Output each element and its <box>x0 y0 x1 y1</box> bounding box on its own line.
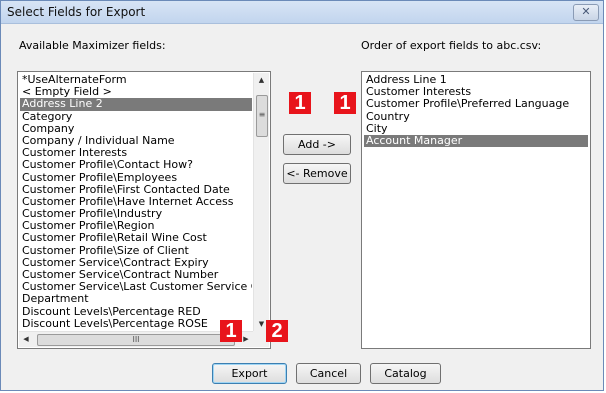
list-item[interactable]: Customer Profile\Have Internet Access <box>20 196 252 208</box>
list-item[interactable]: Customer Profile\First Contacted Date <box>20 184 252 196</box>
list-item[interactable]: Discount Levels\Percentage RED <box>20 306 252 318</box>
available-fields-list[interactable]: *UseAlternateForm < Empty Field > Address … <box>17 71 271 349</box>
list-item[interactable]: Customer Profile\Preferred Language <box>364 98 588 110</box>
list-item[interactable]: Address Line 2 <box>20 98 252 111</box>
available-fields-label: Available Maximizer fields: <box>19 39 166 52</box>
list-item[interactable]: Customer Interests <box>20 147 252 159</box>
list-item[interactable]: Customer Profile\Size of Client <box>20 245 252 257</box>
list-item[interactable]: Customer Profile\Employees <box>20 172 252 184</box>
list-item[interactable]: City <box>364 123 588 135</box>
export-button[interactable]: Export <box>212 363 287 384</box>
export-order-items: Address Line 1 Customer Interests Customer… <box>364 74 588 148</box>
catalog-button[interactable]: Catalog <box>370 363 441 384</box>
list-item[interactable]: < Empty Field > <box>20 86 252 98</box>
title-bar: Select Fields for Export ✕ <box>1 1 603 24</box>
scroll-left-arrow-icon[interactable]: ◀ <box>19 332 33 347</box>
add-button[interactable]: Add -> <box>283 134 351 155</box>
vertical-scroll-thumb[interactable]: ≡ <box>256 95 268 137</box>
list-item[interactable]: Category <box>20 111 252 123</box>
list-item[interactable]: Customer Profile\Industry <box>20 208 252 220</box>
callout-badge-add-2: 1 <box>334 92 356 114</box>
list-item[interactable]: Company <box>20 123 252 135</box>
dialog-title: Select Fields for Export <box>7 5 146 19</box>
export-dialog: Select Fields for Export ✕ Available Max… <box>0 0 604 391</box>
scroll-up-arrow-icon[interactable]: ▲ <box>254 73 269 87</box>
close-icon: ✕ <box>581 5 591 18</box>
cancel-button[interactable]: Cancel <box>296 363 361 384</box>
list-item[interactable]: *UseAlternateForm <box>20 74 252 86</box>
close-button[interactable]: ✕ <box>573 4 599 21</box>
list-item[interactable]: Address Line 1 <box>364 74 588 86</box>
list-item[interactable]: Customer Interests <box>364 86 588 98</box>
list-item[interactable]: Customer Profile\Region <box>20 220 252 232</box>
list-item[interactable]: Customer Profile\Contact How? <box>20 159 252 171</box>
callout-badge-export-2: 2 <box>266 320 288 342</box>
list-item[interactable]: Customer Service\Last Customer Service C… <box>20 281 252 293</box>
callout-badge-add-1: 1 <box>289 92 311 114</box>
available-fields-items: *UseAlternateForm < Empty Field > Address … <box>20 74 252 330</box>
list-item[interactable]: Customer Service\Contract Expiry <box>20 257 252 269</box>
export-order-list[interactable]: Address Line 1 Customer Interests Customer… <box>361 71 591 349</box>
list-item[interactable]: Account Manager <box>364 134 588 148</box>
available-horizontal-scrollbar[interactable]: ◀ III ▶ <box>19 331 253 347</box>
list-item[interactable]: Customer Service\Contract Number <box>20 269 252 281</box>
export-order-label: Order of export fields to abc.csv: <box>361 39 542 52</box>
available-vertical-scrollbar[interactable]: ▲ ≡ ▼ <box>253 73 269 331</box>
callout-badge-export-1: 1 <box>220 320 242 342</box>
list-item[interactable]: Company / Individual Name <box>20 135 252 147</box>
list-item[interactable]: Department <box>20 293 252 305</box>
list-item[interactable]: Country <box>364 111 588 123</box>
list-item[interactable]: Customer Profile\Retail Wine Cost <box>20 232 252 244</box>
remove-button[interactable]: <- Remove <box>283 163 351 184</box>
horizontal-scroll-thumb[interactable]: III <box>37 334 235 346</box>
list-item[interactable]: Discount Levels\Percentage ROSE <box>20 318 252 330</box>
